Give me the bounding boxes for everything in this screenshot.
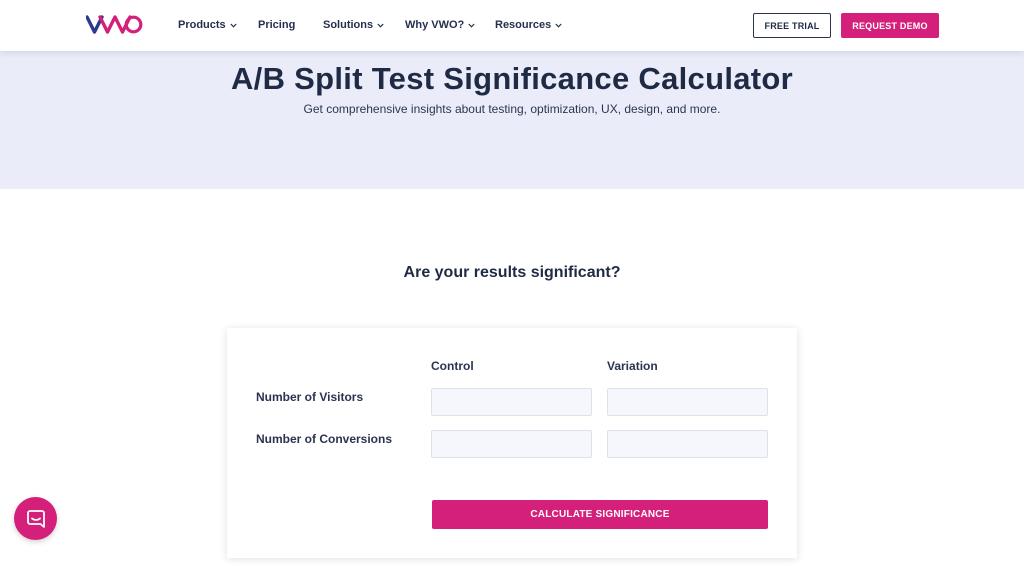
- nav-solutions-label: Solutions: [323, 19, 374, 31]
- nav-resources[interactable]: Resources: [495, 19, 562, 31]
- calculate-significance-button[interactable]: CALCULATE SIGNIFICANCE: [432, 500, 768, 529]
- page-subtitle: Get comprehensive insights about testing…: [303, 102, 721, 116]
- chevron-down-icon: [377, 23, 384, 28]
- nav-solutions[interactable]: Solutions: [323, 19, 384, 31]
- nav-why-vwo-label: Why VWO?: [405, 19, 465, 31]
- control-conversions-input[interactable]: [431, 430, 592, 458]
- chevron-down-icon: [468, 23, 475, 28]
- free-trial-button[interactable]: FREE TRIAL: [753, 13, 831, 38]
- request-demo-button[interactable]: REQUEST DEMO: [841, 13, 939, 38]
- site-header: Products Pricing Solutions Why VWO? Reso…: [0, 0, 1024, 51]
- chat-bubble-icon: [26, 509, 45, 528]
- nav-pricing[interactable]: Pricing: [258, 19, 295, 31]
- conversions-label: Number of Conversions: [256, 432, 393, 446]
- nav-resources-label: Resources: [495, 19, 552, 31]
- vwo-logo[interactable]: [85, 13, 144, 37]
- chevron-down-icon: [555, 23, 562, 28]
- hero-section: A/B Split Test Significance Calculator G…: [0, 51, 1024, 189]
- nav-why-vwo[interactable]: Why VWO?: [405, 19, 475, 31]
- calculator-card: Control Variation Number of Visitors Num…: [227, 328, 797, 558]
- visitors-label: Number of Visitors: [256, 390, 364, 404]
- column-header-variation: Variation: [607, 359, 658, 373]
- column-header-control: Control: [431, 359, 474, 373]
- calculator-question: Are your results significant?: [403, 264, 621, 281]
- variation-conversions-input[interactable]: [607, 430, 768, 458]
- control-visitors-input[interactable]: [431, 388, 592, 416]
- nav-pricing-label: Pricing: [258, 19, 296, 31]
- page-title: A/B Split Test Significance Calculator: [230, 61, 794, 96]
- vwo-logo-mark: [85, 15, 143, 34]
- chat-launcher-button[interactable]: [14, 497, 57, 540]
- chevron-down-icon: [230, 23, 237, 28]
- nav-products-label: Products: [178, 19, 226, 31]
- nav-products[interactable]: Products: [178, 19, 237, 31]
- variation-visitors-input[interactable]: [607, 388, 768, 416]
